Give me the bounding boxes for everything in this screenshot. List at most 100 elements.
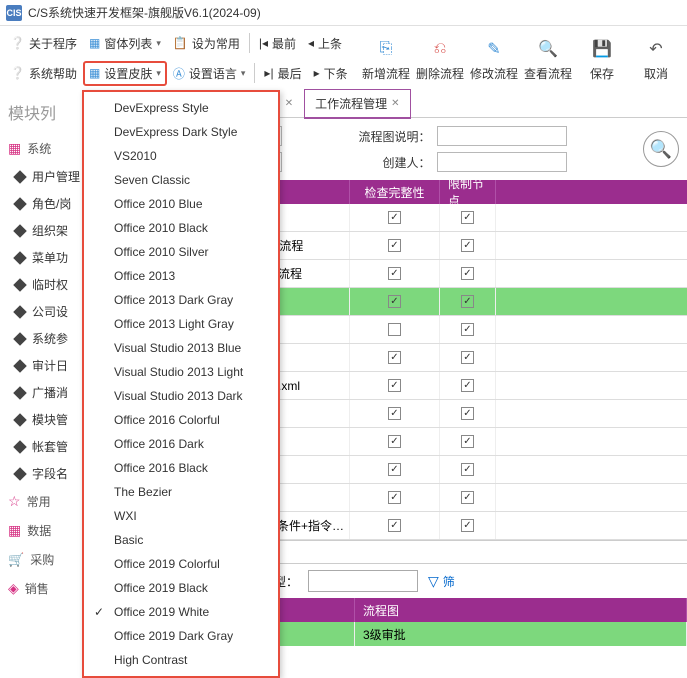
checkbox[interactable] <box>388 295 401 308</box>
nav-prev[interactable]: ◂上条 <box>302 32 348 55</box>
sidebar-item[interactable]: 用户管理 <box>0 163 90 190</box>
doc-type-input[interactable] <box>308 570 418 592</box>
filter-creator-input[interactable] <box>437 152 567 172</box>
skin-menu-item[interactable]: DevExpress Dark Style <box>84 120 278 144</box>
sidebar-item[interactable]: 广播消 <box>0 379 90 406</box>
window-title: C/S系统快速开发框架-旗舰版V6.1(2024-09) <box>28 4 261 21</box>
checkbox[interactable] <box>461 407 474 420</box>
system-help-button[interactable]: ❔系统帮助 <box>4 62 83 85</box>
skin-menu-item[interactable]: WXI <box>84 504 278 528</box>
skin-menu-item[interactable]: Office 2016 Colorful <box>84 408 278 432</box>
set-language-button[interactable]: Ⓐ设置语言▾ <box>167 62 252 85</box>
cancel-button[interactable]: ↶取消 <box>629 28 683 88</box>
skin-menu-item[interactable]: High Contrast <box>84 648 278 672</box>
add-flow-button[interactable]: ⎘新增流程 <box>359 28 413 88</box>
skin-menu-item[interactable]: Office 2019 Dark Gray <box>84 624 278 648</box>
checkbox[interactable] <box>388 519 401 532</box>
checkbox[interactable] <box>388 463 401 476</box>
checkbox[interactable] <box>461 463 474 476</box>
cell2-flow: 3级审批 <box>355 622 687 646</box>
save-button[interactable]: 💾保存 <box>575 28 629 88</box>
checkbox[interactable] <box>461 519 474 532</box>
checkbox[interactable] <box>388 239 401 252</box>
skin-menu-item[interactable]: Seven Classic <box>84 168 278 192</box>
checkbox[interactable] <box>461 267 474 280</box>
sidebar-group[interactable]: 常用 <box>0 487 90 516</box>
tab[interactable]: 工作流程管理✕ <box>304 89 410 119</box>
sidebar-group[interactable]: 采购 <box>0 545 90 574</box>
sidebar-item[interactable]: 系统参 <box>0 325 90 352</box>
checkbox[interactable] <box>388 491 401 504</box>
sidebar-group[interactable]: 数据 <box>0 516 90 545</box>
col-limit[interactable]: 限制节点 <box>440 180 496 204</box>
skin-menu-item[interactable]: Office 2013 <box>84 264 278 288</box>
checkbox[interactable] <box>461 379 474 392</box>
skin-menu-item[interactable]: DevExpress Style <box>84 96 278 120</box>
checkbox[interactable] <box>461 491 474 504</box>
delete-flow-button[interactable]: ⎌删除流程 <box>413 28 467 88</box>
view-flow-button[interactable]: 🔍查看流程 <box>521 28 575 88</box>
set-skin-button[interactable]: ▦设置皮肤▾ <box>83 61 167 86</box>
tab-close-icon[interactable]: ✕ <box>285 98 293 109</box>
search-button[interactable]: 🔍 <box>643 131 679 167</box>
skin-menu-item[interactable]: Visual Studio 2013 Dark <box>84 384 278 408</box>
checkbox[interactable] <box>461 211 474 224</box>
sidebar-item[interactable]: 字段名 <box>0 460 90 487</box>
tab-close-icon[interactable]: ✕ <box>391 98 399 109</box>
sidebar-item[interactable]: 审计日 <box>0 352 90 379</box>
checkbox[interactable] <box>388 379 401 392</box>
edit-flow-button[interactable]: ✎修改流程 <box>467 28 521 88</box>
skin-menu-item[interactable]: Office 2019 Black <box>84 576 278 600</box>
sidebar-item[interactable]: 临时权 <box>0 271 90 298</box>
skin-menu-item[interactable]: Basic <box>84 528 278 552</box>
skin-menu-item[interactable]: Office 2013 Dark Gray <box>84 288 278 312</box>
about-button[interactable]: ❔关于程序 <box>4 32 83 55</box>
sidebar-group[interactable]: 系统 <box>0 134 90 163</box>
skin-menu-item[interactable]: VS2010 <box>84 144 278 168</box>
checkbox[interactable] <box>461 323 474 336</box>
col2-flow[interactable]: 流程图 <box>355 598 687 622</box>
col-check[interactable]: 检查完整性 <box>350 180 440 204</box>
checkbox[interactable] <box>461 239 474 252</box>
nav-first[interactable]: |◂最前 <box>253 32 302 55</box>
sidebar-group[interactable]: 销售 <box>0 574 90 603</box>
skin-menu-item[interactable]: Office 2010 Blue <box>84 192 278 216</box>
skin-menu-item[interactable]: Office 2019 White <box>84 600 278 624</box>
skin-menu-item[interactable]: The Bezier <box>84 480 278 504</box>
app-icon: CIS <box>6 5 22 21</box>
checkbox[interactable] <box>388 211 401 224</box>
skin-menu-item[interactable]: Visual Studio 2013 Light <box>84 360 278 384</box>
sidebar-item[interactable]: 帐套管 <box>0 433 90 460</box>
sidebar-item[interactable]: 组织架 <box>0 217 90 244</box>
checkbox[interactable] <box>388 435 401 448</box>
checkbox[interactable] <box>388 323 401 336</box>
sidebar-item[interactable]: 模块管 <box>0 406 90 433</box>
checkbox[interactable] <box>461 351 474 364</box>
skin-menu-item[interactable]: Office 2016 Black <box>84 456 278 480</box>
nav-last[interactable]: ▸|最后 <box>258 62 307 85</box>
sidebar-title: 模块列 <box>0 96 90 134</box>
skin-menu-item[interactable]: Office 2019 Colorful <box>84 552 278 576</box>
sidebar-item[interactable]: 公司设 <box>0 298 90 325</box>
sidebar-item[interactable]: 角色/岗 <box>0 190 90 217</box>
filter-desc-label: 流程图说明： <box>359 128 431 145</box>
titlebar: CIS C/S系统快速开发框架-旗舰版V6.1(2024-09) <box>0 0 687 26</box>
toolbar: ❔关于程序 ▦窗体列表▾ 📋设为常用 |◂最前 ◂上条 ❔系统帮助 ▦设置皮肤▾… <box>0 26 687 90</box>
skin-menu-item[interactable]: Visual Studio 2013 Blue <box>84 336 278 360</box>
window-list-button[interactable]: ▦窗体列表▾ <box>83 32 167 55</box>
checkbox[interactable] <box>388 351 401 364</box>
filter-desc-input[interactable] <box>437 126 567 146</box>
skin-menu-item[interactable]: Office 2016 Dark <box>84 432 278 456</box>
sidebar-item[interactable]: 菜单功 <box>0 244 90 271</box>
skin-menu-item[interactable]: Office 2013 Light Gray <box>84 312 278 336</box>
skin-menu-item[interactable]: Office 2010 Black <box>84 216 278 240</box>
checkbox[interactable] <box>461 435 474 448</box>
checkbox[interactable] <box>461 295 474 308</box>
filter-link[interactable]: ▽筛 <box>428 573 455 590</box>
sidebar: 模块列 系统用户管理角色/岗组织架菜单功临时权公司设系统参审计日广播消模块管帐套… <box>0 90 90 675</box>
nav-next[interactable]: ▸下条 <box>308 62 354 85</box>
set-default-button[interactable]: 📋设为常用 <box>167 32 246 55</box>
checkbox[interactable] <box>388 407 401 420</box>
checkbox[interactable] <box>388 267 401 280</box>
skin-menu-item[interactable]: Office 2010 Silver <box>84 240 278 264</box>
